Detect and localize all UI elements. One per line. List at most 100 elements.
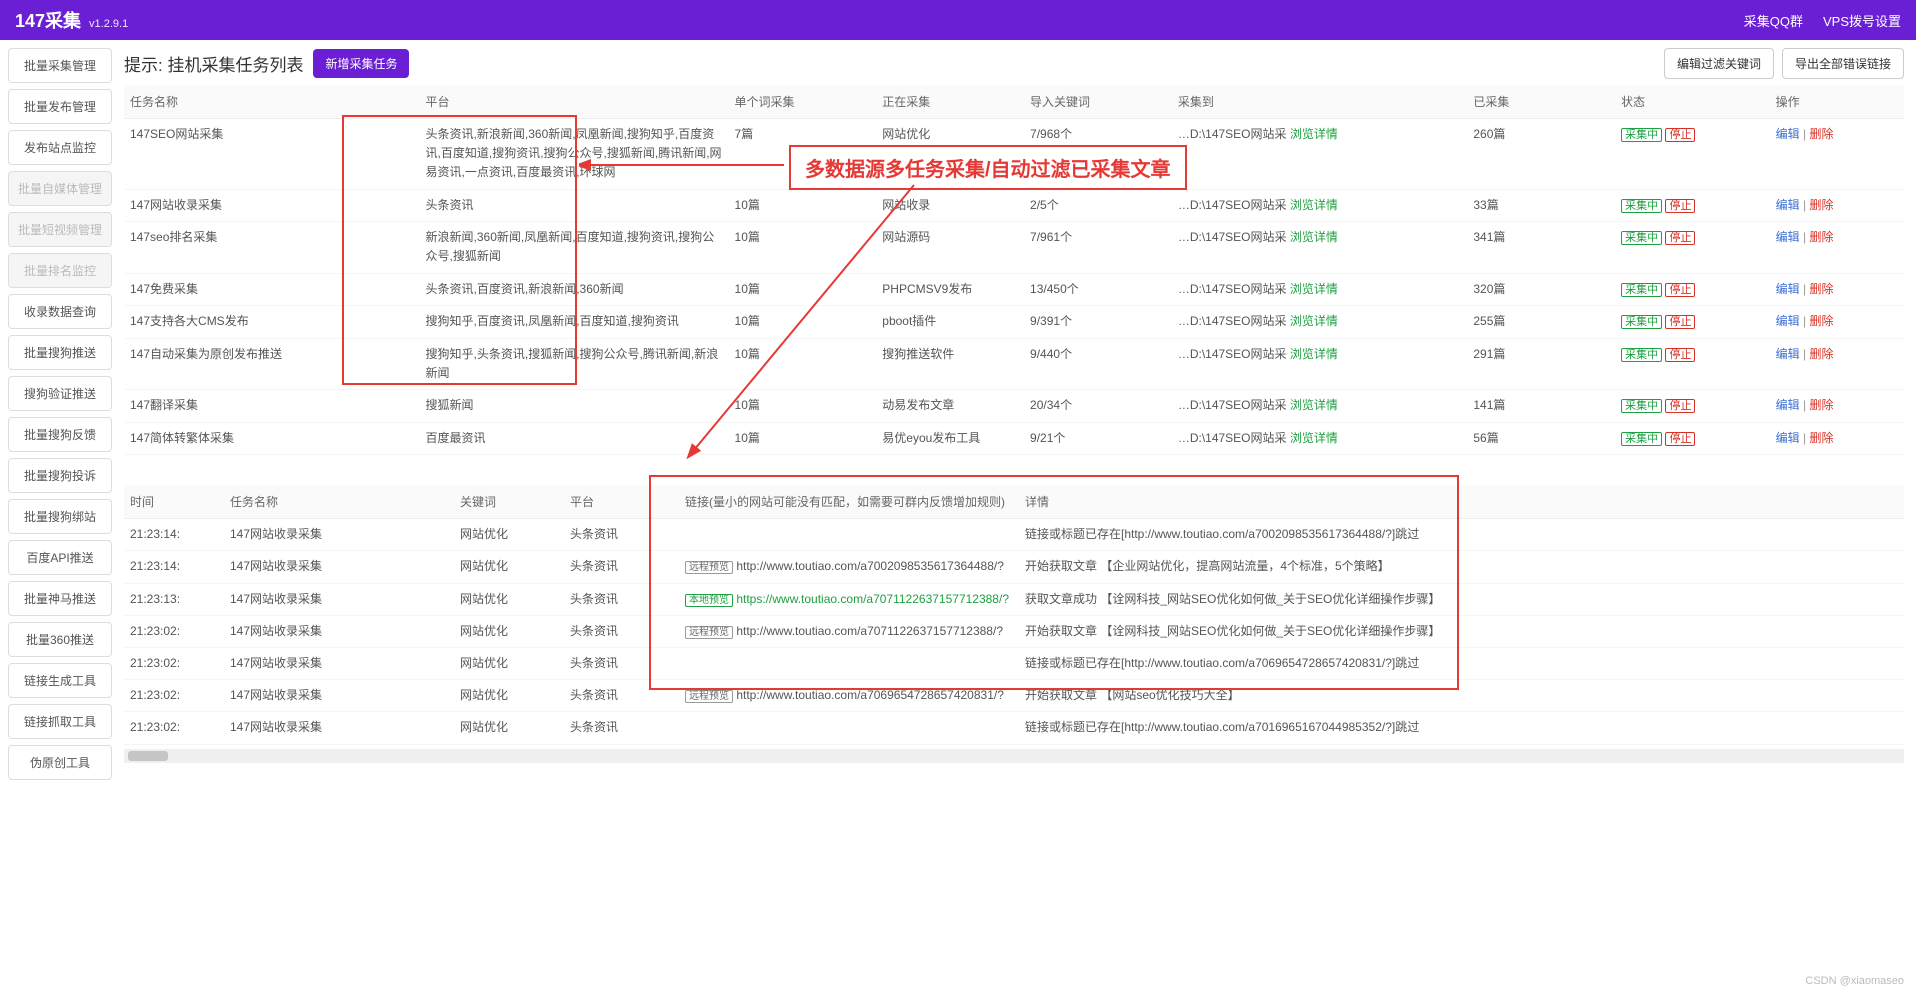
log-url[interactable]: https://www.toutiao.com/a707112263715771… [736,592,1009,606]
stop-button[interactable]: 停止 [1665,348,1695,362]
export-errors-button[interactable]: 导出全部错误链接 [1782,48,1904,79]
cell-plat: 头条资讯 [564,680,679,712]
sidebar-item-15[interactable]: 链接生成工具 [8,663,112,698]
edit-link[interactable]: 编辑 [1776,398,1800,412]
cell-link: 远程预览 http://www.toutiao.com/a70711226371… [679,615,1019,647]
preview-tag[interactable]: 本地预览 [685,594,733,607]
browse-detail-link[interactable]: 浏览详情 [1290,230,1338,244]
cell-name: 147简体转繁体采集 [124,422,420,455]
cell-status: 采集中 停止 [1615,119,1769,190]
edit-link[interactable]: 编辑 [1776,282,1800,296]
cell-collecting: 网站源码 [876,222,1024,273]
cell-platform: 搜狗知乎,百度资讯,凤凰新闻,百度知道,搜狗资讯 [420,306,729,339]
sidebar-item-9[interactable]: 批量搜狗反馈 [8,417,112,452]
sidebar-item-16[interactable]: 链接抓取工具 [8,704,112,739]
status-badge: 采集中 [1621,348,1662,362]
cell-time: 21:23:02: [124,680,224,712]
cell-detail: 开始获取文章 【网站seo优化技巧大全】 [1019,680,1904,712]
edit-link[interactable]: 编辑 [1776,127,1800,141]
stop-button[interactable]: 停止 [1665,199,1695,213]
sidebar-item-10[interactable]: 批量搜狗投诉 [8,458,112,493]
sidebar-item-6[interactable]: 收录数据查询 [8,294,112,329]
cell-saveto: …D:\147SEO网站采 浏览详情 [1172,390,1468,423]
stop-button[interactable]: 停止 [1665,315,1695,329]
browse-detail-link[interactable]: 浏览详情 [1290,314,1338,328]
sidebar-item-11[interactable]: 批量搜狗绑站 [8,499,112,534]
watermark: CSDN @xiaomaseo [1805,975,1904,987]
cell-time: 21:23:02: [124,712,224,744]
stop-button[interactable]: 停止 [1665,283,1695,297]
sidebar-item-12[interactable]: 百度API推送 [8,540,112,575]
cell-task: 147网站收录采集 [224,583,454,615]
cell-plat: 头条资讯 [564,583,679,615]
edit-link[interactable]: 编辑 [1776,431,1800,445]
preview-tag[interactable]: 远程预览 [685,690,733,703]
browse-detail-link[interactable]: 浏览详情 [1290,398,1338,412]
cell-action: 编辑 | 删除 [1770,422,1904,455]
cell-platform: 头条资讯 [420,189,729,222]
log-url[interactable]: http://www.toutiao.com/a7002098535617364… [736,559,1004,573]
delete-link[interactable]: 删除 [1809,314,1833,328]
sidebar-item-0[interactable]: 批量采集管理 [8,48,112,83]
log-row: 21:23:14:147网站收录采集网站优化头条资讯链接或标题已存在[http:… [124,519,1904,551]
cell-detail: 开始获取文章 【企业网站优化，提高网站流量，4个标准，5个策略】 [1019,551,1904,583]
cell-platform: 搜狗知乎,头条资讯,搜狐新闻,搜狗公众号,腾讯新闻,新浪新闻 [420,338,729,389]
vps-dial-link[interactable]: VPS拨号设置 [1823,11,1901,30]
sidebar-item-14[interactable]: 批量360推送 [8,622,112,657]
th-action: 操作 [1770,85,1904,119]
cell-action: 编辑 | 删除 [1770,189,1904,222]
delete-link[interactable]: 删除 [1809,230,1833,244]
cell-collecting: pboot插件 [876,306,1024,339]
status-badge: 采集中 [1621,231,1662,245]
th-log-plat: 平台 [564,485,679,519]
sidebar-item-7[interactable]: 批量搜狗推送 [8,335,112,370]
qq-group-link[interactable]: 采集QQ群 [1744,11,1803,30]
edit-filter-button[interactable]: 编辑过滤关键词 [1664,48,1774,79]
cell-status: 采集中 停止 [1615,338,1769,389]
sidebar-item-8[interactable]: 搜狗验证推送 [8,376,112,411]
add-task-button[interactable]: 新增采集任务 [313,49,409,78]
edit-link[interactable]: 编辑 [1776,198,1800,212]
stop-button[interactable]: 停止 [1665,231,1695,245]
cell-link [679,519,1019,551]
preview-tag[interactable]: 远程预览 [685,626,733,639]
stop-button[interactable]: 停止 [1665,128,1695,142]
browse-detail-link[interactable]: 浏览详情 [1290,431,1338,445]
cell-collecting: 网站优化 [876,119,1024,190]
stop-button[interactable]: 停止 [1665,399,1695,413]
delete-link[interactable]: 删除 [1809,431,1833,445]
cell-name: 147支持各大CMS发布 [124,306,420,339]
cell-collecting: 搜狗推送软件 [876,338,1024,389]
sidebar-item-1[interactable]: 批量发布管理 [8,89,112,124]
delete-link[interactable]: 删除 [1809,198,1833,212]
edit-link[interactable]: 编辑 [1776,347,1800,361]
log-row: 21:23:13:147网站收录采集网站优化头条资讯本地预览 https://w… [124,583,1904,615]
browse-detail-link[interactable]: 浏览详情 [1290,127,1338,141]
log-url[interactable]: http://www.toutiao.com/a7071122637157712… [736,624,1003,638]
delete-link[interactable]: 删除 [1809,398,1833,412]
cell-name: 147免费采集 [124,273,420,306]
stop-button[interactable]: 停止 [1665,432,1695,446]
cell-plat: 头条资讯 [564,615,679,647]
cell-single: 10篇 [729,390,877,423]
edit-link[interactable]: 编辑 [1776,314,1800,328]
browse-detail-link[interactable]: 浏览详情 [1290,198,1338,212]
horizontal-scrollbar[interactable] [124,749,1904,763]
sidebar-item-17[interactable]: 伪原创工具 [8,745,112,780]
th-collecting: 正在采集 [876,85,1024,119]
browse-detail-link[interactable]: 浏览详情 [1290,347,1338,361]
table-row: 147自动采集为原创发布推送搜狗知乎,头条资讯,搜狐新闻,搜狗公众号,腾讯新闻,… [124,338,1904,389]
sidebar-item-2[interactable]: 发布站点监控 [8,130,112,165]
table-row: 147网站收录采集头条资讯10篇网站收录2/5个…D:\147SEO网站采 浏览… [124,189,1904,222]
preview-tag[interactable]: 远程预览 [685,561,733,574]
cell-collected: 260篇 [1467,119,1615,190]
cell-detail: 链接或标题已存在[http://www.toutiao.com/a7002098… [1019,519,1904,551]
table-row: 147seo排名采集新浪新闻,360新闻,凤凰新闻,百度知道,搜狗资讯,搜狗公众… [124,222,1904,273]
delete-link[interactable]: 删除 [1809,127,1833,141]
delete-link[interactable]: 删除 [1809,282,1833,296]
edit-link[interactable]: 编辑 [1776,230,1800,244]
browse-detail-link[interactable]: 浏览详情 [1290,282,1338,296]
log-url[interactable]: http://www.toutiao.com/a7069654728657420… [736,688,1004,702]
delete-link[interactable]: 删除 [1809,347,1833,361]
sidebar-item-13[interactable]: 批量神马推送 [8,581,112,616]
